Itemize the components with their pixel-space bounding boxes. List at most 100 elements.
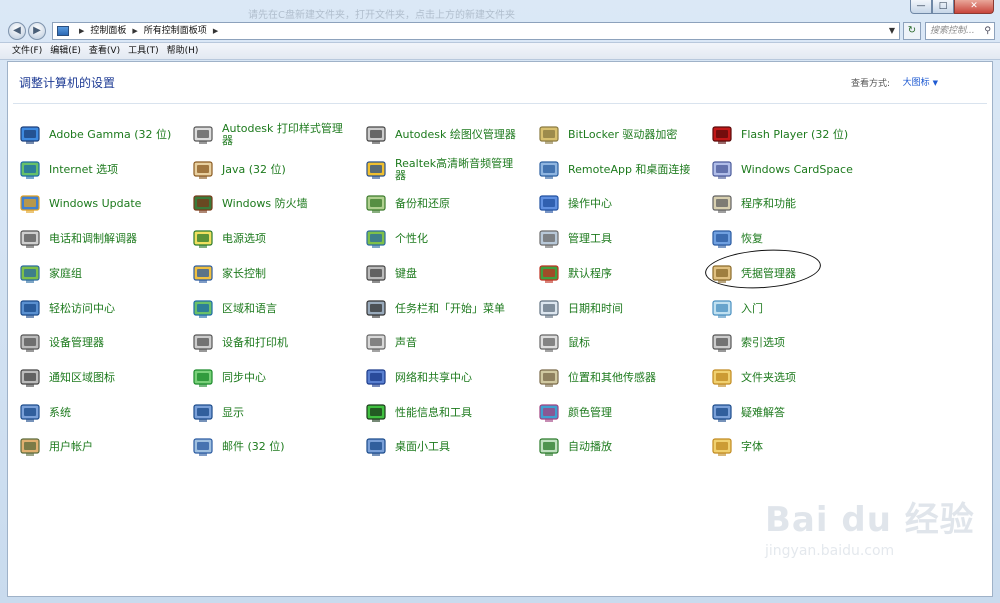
control-panel-item[interactable]: 日期和时间 [538, 296, 696, 322]
control-panel-item[interactable]: 疑难解答 [711, 400, 869, 426]
control-panel-item-label: Autodesk 打印样式管理器 [222, 122, 343, 147]
control-panel-item[interactable]: 操作中心 [538, 191, 696, 217]
menu-bar: 文件(F) 编辑(E) 查看(V) 工具(T) 帮助(H) [0, 42, 1000, 60]
control-panel-item-label: 恢复 [741, 232, 763, 246]
control-panel-item[interactable]: Autodesk 打印样式管理器 [192, 122, 350, 148]
control-panel-item-label: Flash Player (32 位) [741, 128, 849, 141]
menu-help[interactable]: 帮助(H) [167, 43, 207, 59]
control-panel-item[interactable]: 同步中心 [192, 365, 350, 391]
control-panel-item[interactable]: Internet 选项 [19, 157, 177, 183]
control-panel-item[interactable]: Flash Player (32 位) [711, 122, 869, 148]
control-panel-item[interactable]: 电源选项 [192, 226, 350, 252]
notification-icon [19, 367, 41, 389]
search-input[interactable]: 搜索控制... ⚲ [925, 22, 995, 40]
recovery-icon [711, 228, 733, 250]
close-button[interactable]: ✕ [954, 0, 994, 14]
view-by-dropdown[interactable]: 大图标 ▼ [903, 75, 938, 88]
control-panel-item[interactable]: Adobe Gamma (32 位) [19, 122, 177, 148]
control-panel-item[interactable]: 索引选项 [711, 330, 869, 356]
printer-icon [192, 124, 214, 146]
menu-edit[interactable]: 编辑(E) [50, 43, 89, 59]
control-panel-item[interactable]: 家庭组 [19, 261, 177, 287]
control-panel-item-label: 系统 [49, 405, 71, 419]
refresh-button[interactable]: ↻ [903, 22, 921, 40]
control-panel-item[interactable]: 性能信息和工具 [365, 400, 523, 426]
control-panel-item[interactable]: 键盘 [365, 261, 523, 287]
ghost-title: 请先在C盘新建文件夹，打开文件夹，点击上方的新建文件夹 [248, 10, 515, 20]
control-panel-item[interactable]: RemoteApp 和桌面连接 [538, 157, 696, 183]
control-panel-item[interactable]: Windows 防火墙 [192, 191, 350, 217]
control-panel-item[interactable]: 文件夹选项 [711, 365, 869, 391]
search-icon[interactable]: ⚲ [984, 23, 991, 39]
control-panel-item-label: 自动播放 [568, 440, 612, 454]
control-panel-item[interactable]: 设备和打印机 [192, 330, 350, 356]
divider [13, 103, 987, 104]
control-panel-item[interactable]: 自动播放 [538, 434, 696, 460]
control-panel-item[interactable]: 网络和共享中心 [365, 365, 523, 391]
baidu-watermark: Bai du 经验 jingyan.baidu.com [765, 492, 995, 584]
watermark-logo: Bai du 经验 [765, 500, 975, 540]
control-panel-item-label: Windows CardSpace [741, 162, 853, 176]
clock-icon [538, 298, 560, 320]
control-panel-item[interactable]: 个性化 [365, 226, 523, 252]
menu-tools[interactable]: 工具(T) [128, 43, 167, 59]
control-panel-item[interactable]: 颜色管理 [538, 400, 696, 426]
control-panel-item[interactable]: 声音 [365, 330, 523, 356]
control-panel-item[interactable]: 区域和语言 [192, 296, 350, 322]
control-panel-item[interactable]: 任务栏和「开始」菜单 [365, 296, 523, 322]
control-panel-item[interactable]: 位置和其他传感器 [538, 365, 696, 391]
minimize-button[interactable]: — [910, 0, 932, 14]
control-panel-item[interactable]: 轻松访问中心 [19, 296, 177, 322]
control-panel-item[interactable]: 通知区域图标 [19, 365, 177, 391]
control-panel-item[interactable]: 家长控制 [192, 261, 350, 287]
control-panel-item[interactable]: 邮件 (32 位) [192, 434, 350, 460]
breadcrumb-control-panel[interactable]: 控制面板 [90, 23, 126, 39]
control-panel-item[interactable]: 管理工具 [538, 226, 696, 252]
control-panel-item[interactable]: 显示 [192, 400, 350, 426]
maximize-button[interactable]: □ [932, 0, 954, 14]
control-panel-item[interactable]: 系统 [19, 400, 177, 426]
control-panel-item[interactable]: 程序和功能 [711, 191, 869, 217]
flag-icon [538, 193, 560, 215]
control-panel-item-label: 通知区域图标 [49, 370, 115, 384]
audio-icon [365, 159, 387, 181]
control-panel-item[interactable]: 桌面小工具 [365, 434, 523, 460]
control-panel-item[interactable]: 入门 [711, 296, 869, 322]
font-icon [711, 436, 733, 458]
network-icon [365, 367, 387, 389]
parental-icon [192, 263, 214, 285]
chevron-down-icon: ▼ [932, 79, 938, 87]
navigation-bar: ◀ ▶ ▶ 控制面板 ▶ 所有控制面板项 ▶ ▼ ↻ 搜索控制... ⚲ [0, 20, 1000, 42]
control-panel-item[interactable]: Windows CardSpace [711, 157, 869, 183]
personalize-icon [365, 228, 387, 250]
control-panel-item[interactable]: Java (32 位) [192, 157, 350, 183]
back-button[interactable]: ◀ [8, 22, 26, 40]
menu-file[interactable]: 文件(F) [0, 43, 50, 59]
control-panel-item[interactable]: Realtek高清晰音频管理器 [365, 157, 523, 183]
window-controls: — □ ✕ [910, 0, 994, 14]
control-panel-item-label: 桌面小工具 [395, 440, 450, 454]
address-bar[interactable]: ▶ 控制面板 ▶ 所有控制面板项 ▶ ▼ [52, 22, 900, 40]
control-panel-icon [57, 26, 69, 36]
control-panel-item-label: 设备和打印机 [222, 336, 288, 350]
control-panel-item[interactable]: 备份和还原 [365, 191, 523, 217]
region-icon [192, 298, 214, 320]
device-manager-icon [19, 332, 41, 354]
control-panel-item[interactable]: Windows Update [19, 191, 177, 217]
control-panel-item[interactable]: 电话和调制解调器 [19, 226, 177, 252]
control-panel-item[interactable]: 字体 [711, 434, 869, 460]
forward-button[interactable]: ▶ [28, 22, 46, 40]
control-panel-item[interactable]: 默认程序 [538, 261, 696, 287]
control-panel-item[interactable]: 设备管理器 [19, 330, 177, 356]
control-panel-item[interactable]: 鼠标 [538, 330, 696, 356]
control-panel-item[interactable]: Autodesk 绘图仪管理器 [365, 122, 523, 148]
address-dropdown-icon[interactable]: ▼ [889, 23, 895, 39]
control-panel-item[interactable]: BitLocker 驱动器加密 [538, 122, 696, 148]
menu-view[interactable]: 查看(V) [89, 43, 128, 59]
breadcrumb-all-items[interactable]: 所有控制面板项 [144, 23, 207, 39]
control-panel-item[interactable]: 用户帐户 [19, 434, 177, 460]
control-panel-item[interactable]: 恢复 [711, 226, 869, 252]
control-panel-item-label: 显示 [222, 405, 244, 419]
control-panel-item-label: 用户帐户 [49, 440, 93, 454]
control-panel-item-label: Java (32 位) [222, 162, 286, 176]
